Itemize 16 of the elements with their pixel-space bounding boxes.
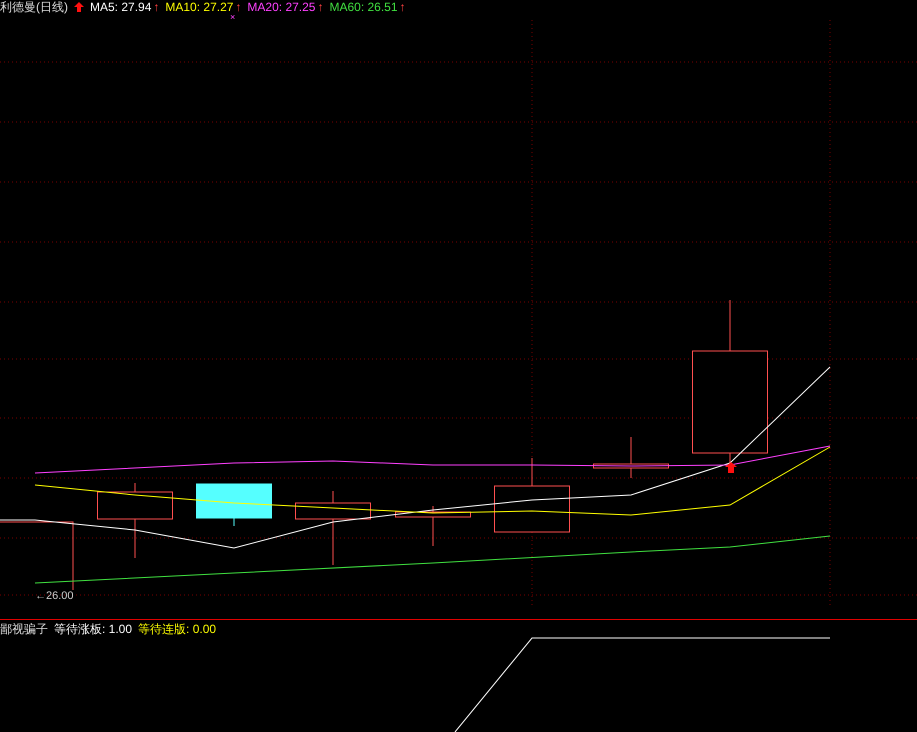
panel-title: 鄙视骗子 — [0, 621, 48, 638]
up-arrow-icon — [74, 2, 84, 12]
cross-mark: × — [230, 12, 236, 22]
indicator-value: MA60: 26.51 — [329, 0, 398, 14]
trend-arrow: ↑ — [317, 0, 324, 14]
up-arrow-icon — [725, 462, 737, 473]
indicator-value: 等待连版: 0.00 — [138, 621, 216, 638]
stock-title: 利德曼(日线) — [0, 0, 68, 16]
indicator-value: MA5: 27.94 — [90, 0, 152, 14]
indicator-value: 等待涨板: 1.00 — [54, 621, 132, 638]
indicator-value: MA10: 27.27 — [165, 0, 234, 14]
indicator-value: MA20: 27.25 — [247, 0, 316, 14]
trend-arrow: ↑ — [153, 0, 160, 14]
trend-arrow: ↑ — [400, 0, 406, 14]
trend-arrow: ↑ — [235, 0, 242, 14]
low-price-label: ←26.00 — [35, 590, 74, 602]
